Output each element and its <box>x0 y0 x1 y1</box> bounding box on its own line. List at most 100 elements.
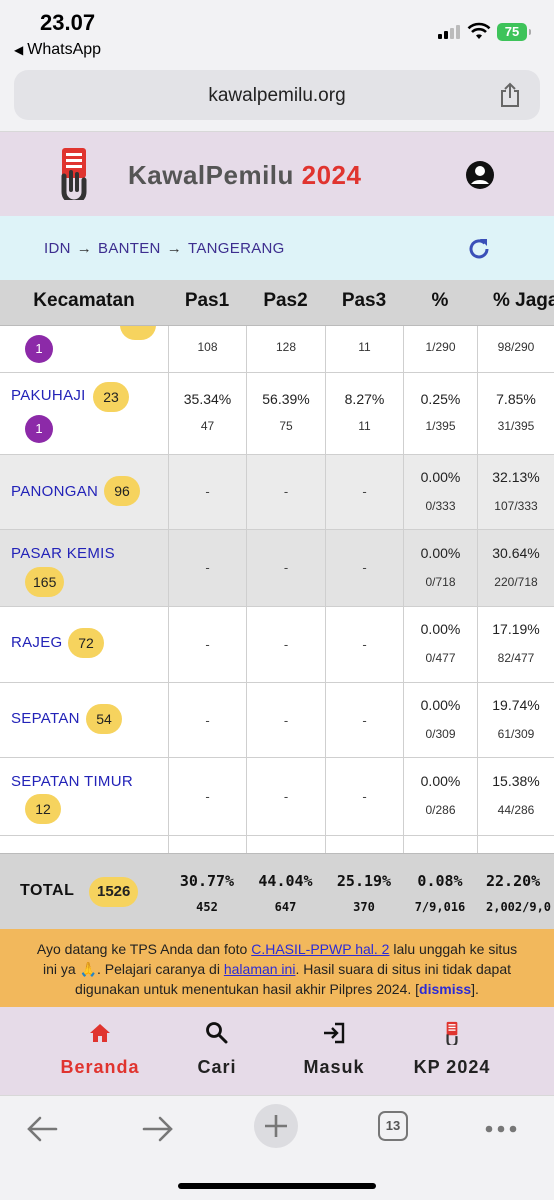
home-icon <box>90 1024 110 1042</box>
table-row[interactable]: SEPATAN TIMUR 12 - - - 0.00% 0/286 15.38%… <box>0 758 554 836</box>
pas2-count: 75 <box>279 419 293 433</box>
percent-value: 0.25% <box>420 391 461 407</box>
notice-text-1: Ayo datang ke TPS Anda dan foto <box>36 941 252 957</box>
tps-count-badge: 54 <box>86 704 122 734</box>
table-row[interactable]: PASAR KEMIS 165 - - - 0.00% 0/718 30.64% 2… <box>0 530 554 607</box>
kawalpemilu-logo-icon <box>446 1021 458 1045</box>
kecamatan-link[interactable]: SEPATAN TIMUR <box>11 773 133 790</box>
nav-label: Masuk <box>303 1057 365 1077</box>
col-header-pas3[interactable]: Pas3 <box>325 280 403 326</box>
kawalpemilu-logo-icon[interactable] <box>56 146 92 200</box>
jaga-percent: 32.13% <box>492 469 540 485</box>
percent-count: 0/477 <box>425 651 456 665</box>
col-header-pas2[interactable]: Pas2 <box>246 280 325 326</box>
app-header: KawalPemilu 2024 <box>0 132 554 216</box>
table-row[interactable]: RAJEG 72 - - - 0.00% 0/477 17.19% 82/477 <box>0 607 554 683</box>
brand-name: KawalPemilu <box>128 160 294 190</box>
back-app-label: WhatsApp <box>27 41 102 58</box>
brand-year: 2024 <box>301 160 362 190</box>
jaga-count: 61/309 <box>497 727 535 741</box>
pas3-count: - <box>362 789 367 804</box>
refresh-icon[interactable] <box>466 236 492 262</box>
total-pas3-percent: 25.19% <box>336 872 392 890</box>
issue-count-badge[interactable]: 1 <box>25 335 53 363</box>
breadcrumb-item-banten[interactable]: BANTEN <box>98 240 161 257</box>
percent-value: 0.00% <box>420 621 461 637</box>
tabs-button[interactable]: 13 <box>378 1111 408 1141</box>
browser-toolbar: 13 <box>0 1095 554 1200</box>
total-row: TOTAL 1526 30.77% 452 44.04% 647 25.19% … <box>0 853 554 929</box>
kecamatan-link[interactable]: RAJEG <box>11 634 63 651</box>
table-row[interactable]: SEPATAN 54 - - - 0.00% 0/309 19.74% 61/309 <box>0 683 554 758</box>
pas3-count: - <box>362 637 367 652</box>
notice-text-4: ]. <box>471 981 479 997</box>
search-icon <box>206 1022 228 1044</box>
pas1-count: - <box>205 637 210 652</box>
breadcrumb-item-tangerang[interactable]: TANGERANG <box>188 240 285 257</box>
percent-count: 0/333 <box>425 499 456 513</box>
nav-beranda[interactable]: Beranda <box>40 1021 160 1078</box>
dismiss-link[interactable]: dismiss <box>419 981 471 997</box>
arrow-right-icon: → <box>166 240 183 257</box>
nav-cari[interactable]: Cari <box>157 1021 277 1078</box>
col-header-percent-jaga[interactable]: % Jaga <box>477 280 554 326</box>
share-icon[interactable] <box>498 82 522 108</box>
kecamatan-link[interactable]: PAKUHAJI <box>11 387 86 404</box>
table-row[interactable] <box>0 836 554 853</box>
kecamatan-link[interactable]: PANONGAN <box>11 483 98 500</box>
battery-icon: 75 <box>497 23 531 41</box>
percent-value: 0.00% <box>420 697 461 713</box>
table-row[interactable]: PANONGAN 96 - - - 0.00% 0/333 32.13% 107/3… <box>0 455 554 530</box>
pas2-count: - <box>283 789 289 804</box>
total-pas1-percent: 30.77% <box>179 872 235 890</box>
pas2-count: - <box>283 484 289 499</box>
tps-count-badge: 165 <box>25 567 65 597</box>
pas1-count: - <box>205 713 210 728</box>
col-header-kecamatan[interactable]: Kecamatan <box>0 280 168 326</box>
total-jaga-count: 2,002/9,0 <box>486 900 552 914</box>
col-header-pas1[interactable]: Pas1 <box>168 280 246 326</box>
total-pas3-count: 370 <box>353 900 375 914</box>
forward-arrow-icon[interactable] <box>142 1114 174 1144</box>
percent-value: 0.00% <box>420 773 461 789</box>
tps-count-badge: 23 <box>93 382 129 412</box>
nav-label: Beranda <box>60 1057 140 1077</box>
form-link[interactable]: C.HASIL-PPWP hal. 2 <box>251 941 389 957</box>
back-arrow-icon[interactable] <box>26 1114 58 1144</box>
pas3-count: - <box>362 713 367 728</box>
account-icon[interactable] <box>465 160 495 190</box>
percent-value: 0.00% <box>420 545 461 561</box>
more-icon[interactable] <box>484 1114 518 1144</box>
jaga-count: 220/718 <box>494 575 538 589</box>
breadcrumb-item-idn[interactable]: IDN <box>44 240 71 257</box>
total-percent: 0.08% <box>417 872 463 890</box>
total-pas2-count: 647 <box>274 900 297 914</box>
kecamatan-link[interactable]: SEPATAN <box>11 710 80 727</box>
guide-link[interactable]: halaman ini <box>224 961 296 977</box>
total-tps-badge: 1526 <box>89 877 139 907</box>
jaga-count: 98/290 <box>497 340 535 354</box>
pas2-count: - <box>283 637 289 652</box>
address-bar[interactable]: kawalpemilu.org <box>14 70 540 120</box>
pas1-count: - <box>205 560 210 575</box>
total-jaga-percent: 22.20% <box>486 872 541 890</box>
table-body: 1 108 128 11 1/290 98/290 PAKUHAJI 23 1 … <box>0 326 554 853</box>
table-row[interactable]: 1 108 128 11 1/290 98/290 <box>0 326 554 373</box>
app-brand: KawalPemilu 2024 <box>128 160 361 191</box>
kecamatan-link[interactable]: PASAR KEMIS <box>11 545 115 562</box>
total-label: TOTAL <box>20 882 75 899</box>
jaga-count: 82/477 <box>497 651 535 665</box>
table-row[interactable]: PAKUHAJI 23 1 35.34% 47 56.39% 75 8.27% 11 … <box>0 373 554 455</box>
issue-count-badge[interactable]: 1 <box>25 415 53 443</box>
pas1-percent: 35.34% <box>183 391 232 407</box>
col-header-percent[interactable]: % <box>403 280 477 326</box>
url-text: kawalpemilu.org <box>208 85 346 106</box>
nav-masuk[interactable]: Masuk <box>274 1021 394 1078</box>
pas1-count: 108 <box>197 340 218 354</box>
nav-kp-2024[interactable]: KP 2024 <box>392 1021 512 1078</box>
tps-count-badge: 12 <box>25 794 61 824</box>
new-tab-button[interactable] <box>254 1104 298 1148</box>
pas1-count: 47 <box>200 419 215 433</box>
back-to-app[interactable]: ◀ WhatsApp <box>14 41 105 59</box>
pas3-count: - <box>362 484 367 499</box>
